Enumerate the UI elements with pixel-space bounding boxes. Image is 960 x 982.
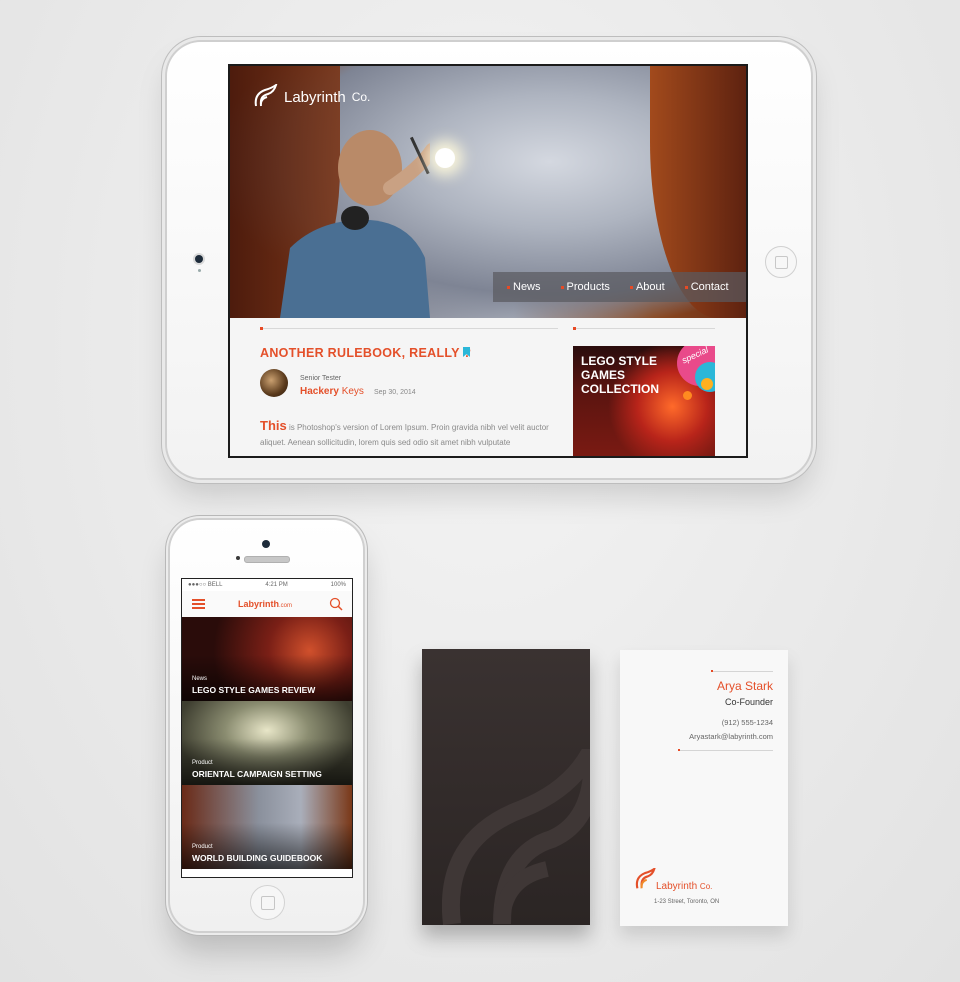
tablet-screen: Labyrinth Co. News Products About Contac… bbox=[228, 64, 748, 458]
card-brand-name: Labyrinth bbox=[656, 881, 698, 892]
article-dropcap: This bbox=[260, 418, 287, 433]
card-divider bbox=[680, 750, 773, 751]
feed-card-category: News bbox=[192, 676, 208, 682]
divider-marker bbox=[573, 327, 576, 330]
hero-image: Labyrinth Co. News Products About Contac… bbox=[230, 66, 746, 318]
content-divider bbox=[260, 328, 558, 329]
feed-card[interactable]: Product WORLD BUILDING GUIDEBOOK bbox=[182, 785, 352, 869]
app-brand-name: Labyrinth bbox=[238, 599, 280, 609]
brand-name: Labyrinth bbox=[284, 88, 346, 106]
search-icon[interactable] bbox=[329, 597, 343, 611]
nav-contact[interactable]: Contact bbox=[685, 281, 729, 293]
app-bar: Labyrinth.com bbox=[182, 591, 352, 618]
brand-suffix: Co. bbox=[351, 90, 371, 104]
status-time: 4:21 PM bbox=[265, 582, 288, 588]
author-first-name: Hackery bbox=[300, 386, 339, 397]
card-person-name: Arya Stark bbox=[716, 679, 773, 693]
feed-card[interactable]: Product ORIENTAL CAMPAIGN SETTING bbox=[182, 701, 352, 785]
feed-card[interactable]: News LEGO STYLE GAMES REVIEW bbox=[182, 617, 352, 701]
battery-label: 100% bbox=[330, 582, 346, 588]
card-address: 1-23 Street, Toronto, ON bbox=[654, 899, 720, 905]
author-avatar[interactable] bbox=[260, 369, 288, 397]
card-brand: Labyrinth Co. bbox=[656, 881, 712, 892]
tablet-device: Labyrinth Co. News Products About Contac… bbox=[167, 42, 811, 478]
nav-news[interactable]: News bbox=[507, 281, 541, 293]
phone-sensor bbox=[236, 556, 240, 560]
status-bar: ●●●○○ BELL 4:21 PM 100% bbox=[182, 579, 352, 591]
feed-card-category: Product bbox=[192, 760, 213, 766]
sidebar-divider bbox=[573, 328, 715, 329]
hero-light-glow bbox=[435, 148, 455, 168]
feed-card-title: WORLD BUILDING GUIDEBOOK bbox=[192, 853, 323, 863]
promo-decoration bbox=[701, 378, 713, 390]
feed-card-title: LEGO STYLE GAMES REVIEW bbox=[192, 685, 316, 695]
phone-speaker bbox=[244, 556, 290, 563]
card-phone: (912) 555-1234 bbox=[721, 718, 773, 727]
article-body-text: is Photoshop's version of Lorem Ipsum. P… bbox=[260, 423, 549, 447]
labyrinth-logo-icon bbox=[254, 84, 278, 107]
article-title[interactable]: ANOTHER RULEBOOK, REALLY ? bbox=[260, 346, 471, 360]
feed-card-category: Product bbox=[192, 844, 213, 850]
author-name[interactable]: Hackery Keys bbox=[300, 386, 364, 397]
card-person-title: Co-Founder bbox=[724, 697, 773, 707]
phone-device: ●●●○○ BELL 4:21 PM 100% Labyrinth.com Ne… bbox=[170, 520, 363, 931]
tablet-home-button[interactable] bbox=[765, 246, 797, 278]
tablet-brand[interactable]: Labyrinth Co. bbox=[252, 84, 370, 110]
phone-home-button[interactable] bbox=[250, 885, 285, 920]
nav-about[interactable]: About bbox=[630, 281, 665, 293]
phone-camera bbox=[262, 540, 270, 548]
carrier-label: ●●●○○ BELL bbox=[188, 582, 223, 588]
hamburger-menu-icon[interactable] bbox=[192, 599, 205, 609]
tablet-camera bbox=[195, 255, 203, 263]
author-last-name: Keys bbox=[341, 386, 364, 397]
post-date: Sep 30, 2014 bbox=[374, 389, 416, 396]
card-divider bbox=[713, 671, 773, 672]
author-role: Senior Tester bbox=[300, 375, 342, 382]
hero-artist-figure bbox=[280, 130, 430, 318]
business-card-front: Arya Stark Co-Founder (912) 555-1234 Ary… bbox=[620, 650, 788, 926]
promo-banner[interactable]: special LEGO STYLE GAMES COLLECTION bbox=[573, 346, 715, 456]
promo-decoration bbox=[683, 391, 692, 400]
card-email: Aryastark@labyrinth.com bbox=[689, 732, 773, 741]
divider-marker bbox=[260, 327, 263, 330]
phone-screen: ●●●○○ BELL 4:21 PM 100% Labyrinth.com Ne… bbox=[181, 578, 353, 878]
bookmark-icon[interactable] bbox=[463, 347, 470, 357]
tablet-sensor bbox=[198, 269, 201, 272]
business-card-back bbox=[422, 649, 590, 925]
labyrinth-logo-icon bbox=[635, 868, 656, 889]
app-brand[interactable]: Labyrinth.com bbox=[238, 599, 292, 609]
nav-products[interactable]: Products bbox=[561, 281, 610, 293]
card-brand-suffix: Co. bbox=[699, 882, 713, 891]
promo-title: LEGO STYLE GAMES COLLECTION bbox=[581, 354, 659, 396]
divider-marker bbox=[711, 670, 713, 672]
app-brand-suffix: .com bbox=[279, 603, 293, 609]
article-excerpt: This is Photoshop's version of Lorem Ips… bbox=[260, 418, 560, 450]
feed-card-title: ORIENTAL CAMPAIGN SETTING bbox=[192, 769, 322, 779]
labyrinth-logo-icon bbox=[442, 749, 590, 925]
divider-marker bbox=[678, 749, 680, 751]
main-nav: News Products About Contact bbox=[493, 272, 746, 302]
